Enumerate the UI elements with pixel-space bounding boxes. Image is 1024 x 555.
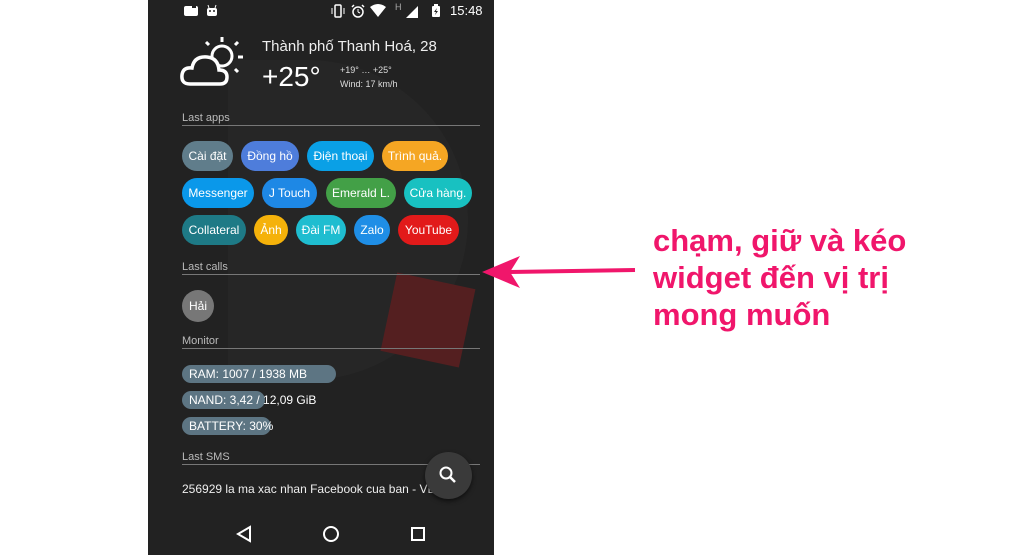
- status-bar: H 15:48: [148, 0, 494, 22]
- app-chip[interactable]: Zalo: [354, 215, 390, 245]
- app-chip[interactable]: Cài đặt: [182, 141, 233, 171]
- caption-line: widget đến vị trị: [653, 260, 889, 295]
- vibrate-icon: [331, 4, 345, 18]
- app-chip[interactable]: Đài FM: [296, 215, 346, 245]
- section-last-calls: Last calls: [182, 261, 480, 275]
- battery-icon: [432, 4, 440, 17]
- battery-text: BATTERY: 30%: [189, 419, 274, 433]
- app-chip[interactable]: Cửa hàng.: [404, 178, 472, 208]
- app-chip[interactable]: Điện thoại: [307, 141, 374, 171]
- instruction-caption: chạm, giữ và kéo widget đến vị trị mong …: [653, 222, 906, 333]
- ram-text: RAM: 1007 / 1938 MB: [189, 367, 308, 381]
- search-icon: [439, 466, 456, 483]
- home-icon[interactable]: [322, 525, 340, 543]
- section-last-apps: Last apps: [182, 112, 480, 126]
- app-chip[interactable]: Emerald L.: [326, 178, 396, 208]
- app-chip[interactable]: Messenger: [182, 178, 254, 208]
- app-chip[interactable]: J Touch: [262, 178, 317, 208]
- weather-range: +19° … +25°: [340, 65, 392, 75]
- recents-icon[interactable]: [410, 525, 426, 543]
- app-chip[interactable]: Ảnh: [254, 215, 288, 245]
- status-clock: 15:48: [450, 3, 483, 18]
- section-monitor: Monitor: [182, 335, 480, 349]
- caption-line: mong muốn: [653, 297, 831, 332]
- navigation-bar: [148, 513, 494, 555]
- phone-screen: H 15:48 Thành phố Thanh Hoá, 28 +25° +19…: [148, 0, 494, 555]
- app-chip[interactable]: Đồng hồ: [241, 141, 299, 171]
- sms-preview[interactable]: 256929 la ma xac nhan Facebook cua ban -…: [182, 482, 452, 496]
- caption-line: chạm, giữ và kéo: [653, 223, 907, 258]
- notification-icon: [184, 5, 198, 16]
- background-square: [380, 272, 476, 368]
- app-chip[interactable]: Collateral: [182, 215, 246, 245]
- weather-wind: Wind: 17 km/h: [340, 79, 398, 89]
- app-chip[interactable]: Trình quả.: [382, 141, 448, 171]
- arrow-pointer-icon: [482, 256, 636, 288]
- weather-temperature: +25°: [262, 61, 321, 92]
- partly-cloudy-icon: [180, 37, 243, 86]
- network-type: H: [395, 2, 402, 12]
- android-icon: [207, 4, 217, 16]
- app-chip[interactable]: YouTube: [398, 215, 459, 245]
- search-button[interactable]: [425, 452, 472, 499]
- back-icon[interactable]: [236, 525, 252, 543]
- nand-text: NAND: 3,42 / 12,09 GiB: [189, 393, 317, 407]
- alarm-icon: [351, 4, 365, 18]
- call-contact[interactable]: Hải: [182, 290, 214, 322]
- weather-city: Thành phố Thanh Hoá, 28: [262, 38, 437, 55]
- wifi-icon: [370, 4, 386, 17]
- signal-icon: [406, 6, 418, 18]
